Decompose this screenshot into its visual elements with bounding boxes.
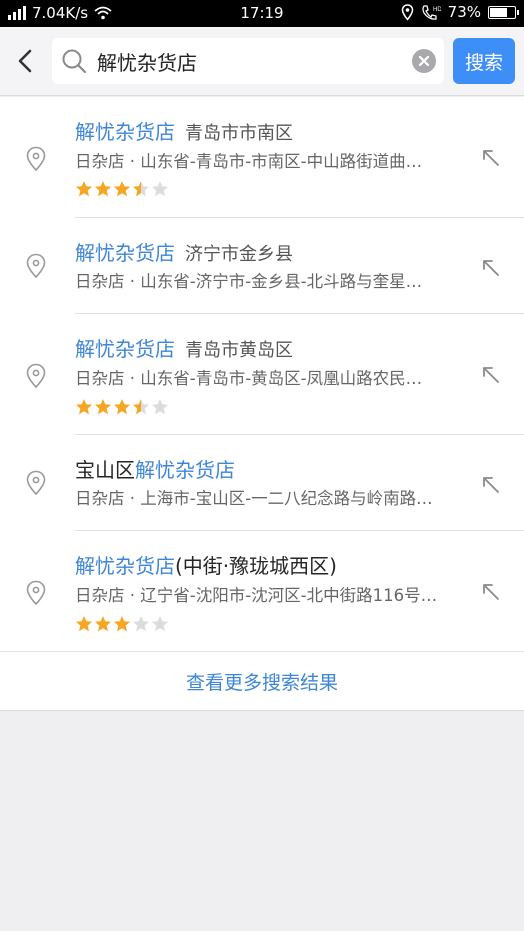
result-title: 解忧杂货店 青岛市市南区 — [75, 116, 293, 145]
star-filled-icon — [95, 181, 111, 197]
title-highlight: 解忧杂货店 — [75, 337, 175, 361]
location-pin-icon — [26, 363, 46, 389]
result-address: 日杂店 · 山东省-青岛市-市南区-中山路街道曲… — [75, 152, 423, 171]
result-item[interactable]: 解忧杂货店 青岛市市南区 日杂店 · 山东省-青岛市-市南区-中山路街道曲… — [0, 97, 524, 218]
star-filled-icon — [114, 181, 130, 197]
back-arrow-icon[interactable] — [10, 45, 42, 77]
hd-call-icon: HD — [422, 4, 441, 20]
result-item[interactable]: 解忧杂货店(中街·豫珑城西区) 日杂店 · 辽宁省-沈阳市-沈河区-北中街路11… — [0, 531, 524, 651]
star-filled-icon — [95, 616, 111, 632]
result-title: 解忧杂货店 济宁市金乡县 — [75, 237, 293, 266]
result-address: 日杂店 · 山东省-青岛市-黄岛区-凤凰山路农民… — [75, 369, 423, 388]
search-icon — [62, 49, 87, 74]
star-empty-icon — [152, 616, 168, 632]
star-half-icon — [133, 181, 149, 197]
status-right: HD 73% — [401, 3, 519, 21]
title-prefix: 宝山区 — [75, 458, 135, 482]
star-filled-icon — [114, 399, 130, 415]
route-arrow-icon[interactable] — [480, 581, 502, 603]
rating-stars — [75, 615, 169, 633]
battery-icon — [488, 5, 519, 19]
result-title: 解忧杂货店 青岛市黄岛区 — [75, 333, 293, 362]
result-item[interactable]: 解忧杂货店 青岛市黄岛区 日杂店 · 山东省-青岛市-黄岛区-凤凰山路农民… — [0, 314, 524, 435]
clear-icon[interactable] — [412, 49, 436, 73]
rating-stars — [75, 398, 169, 416]
search-button[interactable]: 搜索 — [453, 38, 515, 84]
star-filled-icon — [76, 399, 92, 415]
battery-percent: 73% — [447, 3, 481, 21]
title-highlight: 解忧杂货店 — [75, 554, 175, 578]
star-filled-icon — [76, 181, 92, 197]
status-bar: 7.04K/s 17:19 HD 73% — [0, 0, 524, 27]
location-pin-icon — [26, 146, 46, 172]
svg-text:HD: HD — [433, 7, 441, 13]
result-city: 青岛市市南区 — [185, 123, 293, 144]
result-item[interactable]: 解忧杂货店 济宁市金乡县 日杂店 · 山东省-济宁市-金乡县-北斗路与奎星… — [0, 218, 524, 314]
result-address: 日杂店 · 上海市-宝山区-一二八纪念路与岭南路… — [75, 489, 433, 508]
result-item[interactable]: 宝山区解忧杂货店 日杂店 · 上海市-宝山区-一二八纪念路与岭南路… — [0, 435, 524, 531]
search-header: 搜索 — [0, 27, 524, 96]
title-highlight: 解忧杂货店 — [135, 458, 235, 482]
rating-stars — [75, 180, 169, 198]
search-input[interactable] — [97, 38, 397, 84]
location-icon — [401, 3, 413, 21]
star-filled-icon — [76, 616, 92, 632]
star-empty-icon — [152, 399, 168, 415]
result-title: 宝山区解忧杂货店 — [75, 454, 245, 483]
title-highlight: 解忧杂货店 — [75, 120, 175, 144]
route-arrow-icon[interactable] — [480, 364, 502, 386]
search-box[interactable] — [52, 38, 444, 84]
result-address: 日杂店 · 山东省-济宁市-金乡县-北斗路与奎星… — [75, 272, 423, 291]
star-half-icon — [133, 399, 149, 415]
more-results-link[interactable]: 查看更多搜索结果 — [0, 651, 524, 711]
location-pin-icon — [26, 580, 46, 606]
route-arrow-icon[interactable] — [480, 257, 502, 279]
location-pin-icon — [26, 470, 46, 496]
star-filled-icon — [114, 616, 130, 632]
result-address: 日杂店 · 辽宁省-沈阳市-沈河区-北中街路116号… — [75, 586, 438, 605]
star-empty-icon — [133, 616, 149, 632]
title-highlight: 解忧杂货店 — [75, 241, 175, 265]
star-filled-icon — [95, 399, 111, 415]
results-list: 解忧杂货店 青岛市市南区 日杂店 · 山东省-青岛市-市南区-中山路街道曲… 解忧… — [0, 97, 524, 651]
route-arrow-icon[interactable] — [480, 474, 502, 496]
result-city: 青岛市黄岛区 — [185, 340, 293, 361]
title-suffix: (中街·豫珑城西区) — [175, 554, 337, 578]
star-empty-icon — [152, 181, 168, 197]
result-title: 解忧杂货店(中街·豫珑城西区) — [75, 550, 347, 579]
result-city: 济宁市金乡县 — [185, 244, 293, 265]
route-arrow-icon[interactable] — [480, 147, 502, 169]
location-pin-icon — [26, 253, 46, 279]
